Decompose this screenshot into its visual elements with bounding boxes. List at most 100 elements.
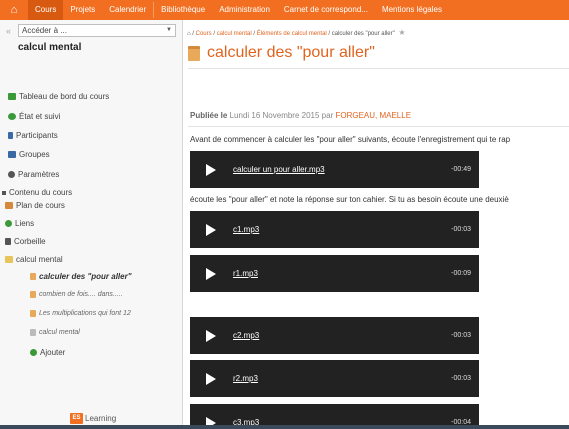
expand-arrow-icon xyxy=(2,190,6,195)
breadcrumb-item[interactable]: Cours xyxy=(196,31,212,37)
author-link[interactable]: FORGEAU, MAELLE xyxy=(335,111,411,120)
nav-item-carnet[interactable]: Carnet de correspond... xyxy=(277,0,375,20)
audio-file-link[interactable]: c1.mp3 xyxy=(233,225,451,234)
play-icon[interactable] xyxy=(206,267,216,280)
audio-player[interactable]: c1.mp3 -00:03 xyxy=(190,211,479,248)
sidebar-item-links[interactable]: Liens xyxy=(5,219,34,228)
taskbar-strip xyxy=(0,425,569,429)
chevron-down-icon: ▼ xyxy=(166,27,172,33)
page-header: calculer des "pour aller" xyxy=(188,44,375,62)
sidebar-item-content[interactable]: Contenu du cours xyxy=(2,188,72,197)
published-info: Publiée le Lundi 16 Novembre 2015 par FO… xyxy=(190,111,411,120)
nav-item-mentions[interactable]: Mentions légales xyxy=(375,0,449,20)
add-icon xyxy=(30,349,37,356)
sidebar-subitem-current[interactable]: calculer des "pour aller" xyxy=(30,272,132,281)
sidebar-subitem-label: calculer des "pour aller" xyxy=(39,272,132,281)
divider xyxy=(188,126,569,127)
audio-file-link[interactable]: calculer un pour aller.mp3 xyxy=(233,165,451,174)
audio-duration: -00:03 xyxy=(451,332,471,339)
main-content: ⌂ / Cours / calcul mental / Éléments de … xyxy=(184,20,569,429)
page-icon xyxy=(30,310,36,317)
breadcrumb-current: calculer des "pour aller" xyxy=(331,31,395,37)
learning-label: Learning xyxy=(85,414,117,423)
add-item-button[interactable]: Ajouter xyxy=(30,348,65,357)
play-icon[interactable] xyxy=(206,372,216,385)
sidebar-subitem-label: combien de fois.... dans..... xyxy=(39,291,123,298)
nav-item-bibliotheque[interactable]: Bibliothèque xyxy=(154,0,212,20)
breadcrumb-item[interactable]: Éléments de calcul mental xyxy=(257,31,327,37)
sidebar-item-label: Groupes xyxy=(19,150,50,159)
audio-duration: -00:03 xyxy=(451,226,471,233)
nav-item-administration[interactable]: Administration xyxy=(212,0,277,20)
sidebar-subitem[interactable]: Les multiplications qui font 12 xyxy=(30,310,131,317)
nav-item-calendrier[interactable]: Calendrier xyxy=(102,0,153,20)
audio-file-link[interactable]: r2.mp3 xyxy=(233,374,451,383)
progress-icon xyxy=(8,113,16,120)
participants-icon xyxy=(8,132,13,139)
nav-item-cours[interactable]: Cours xyxy=(28,0,64,20)
learning-logo: ES xyxy=(70,413,83,424)
sidebar-item-label: Contenu du cours xyxy=(9,188,73,197)
sidebar-item-folder[interactable]: calcul mental xyxy=(5,255,63,264)
play-icon[interactable] xyxy=(206,163,216,176)
audio-duration: -00:09 xyxy=(451,270,471,277)
sidebar-item-label: État et suivi xyxy=(19,112,61,121)
home-icon[interactable]: ⌂ xyxy=(0,0,28,20)
audio-player[interactable]: r1.mp3 -00:09 xyxy=(190,255,479,292)
breadcrumb-item[interactable]: calcul mental xyxy=(217,31,252,37)
sidebar-item-dashboard[interactable]: Tableau de bord du cours xyxy=(8,92,109,101)
groups-icon xyxy=(8,151,16,158)
audio-duration: -00:49 xyxy=(451,166,471,173)
add-item-label: Ajouter xyxy=(40,348,66,357)
published-prefix: Publiée le xyxy=(190,111,228,120)
play-icon[interactable] xyxy=(206,329,216,342)
sidebar-item-label: Paramètres xyxy=(18,170,60,179)
audio-duration: -00:03 xyxy=(451,375,471,382)
sidebar-subitem[interactable]: combien de fois.... dans..... xyxy=(30,291,123,298)
published-by: par xyxy=(321,111,334,120)
sidebar-item-label: Corbeille xyxy=(14,237,46,246)
page-icon xyxy=(30,329,36,336)
folder-icon xyxy=(5,256,13,263)
audio-player[interactable]: calculer un pour aller.mp3 -00:49 xyxy=(190,151,479,188)
nav-item-projets[interactable]: Projets xyxy=(63,0,102,20)
course-title: calcul mental xyxy=(18,42,82,53)
sidebar-subitem-label: Les multiplications qui font 12 xyxy=(39,310,131,317)
syllabus-icon xyxy=(5,202,13,209)
sidebar-item-trash[interactable]: Corbeille xyxy=(5,237,46,246)
sidebar-item-label: Plan de cours xyxy=(16,201,65,210)
sidebar-item-progress[interactable]: État et suivi xyxy=(8,112,60,121)
links-icon xyxy=(5,220,12,227)
top-nav-bar: ⌂ Cours Projets Calendrier Bibliothèque … xyxy=(0,0,569,20)
sidebar-subitem[interactable]: calcul mental xyxy=(30,329,80,336)
sidebar-item-settings[interactable]: Paramètres xyxy=(8,170,59,179)
audio-file-link[interactable]: r1.mp3 xyxy=(233,269,451,278)
instruction-paragraph: écoute les "pour aller" et note la répon… xyxy=(190,195,509,204)
divider xyxy=(188,68,569,69)
page-icon xyxy=(188,45,200,61)
sidebar-item-label: Participants xyxy=(16,131,58,140)
learning-badge: ES Learning xyxy=(70,413,116,424)
sidebar: « Accéder à ... ▼ calcul mental Tableau … xyxy=(0,20,183,429)
play-icon[interactable] xyxy=(206,223,216,236)
audio-file-link[interactable]: c2.mp3 xyxy=(233,331,451,340)
sidebar-item-label: Tableau de bord du cours xyxy=(19,92,110,101)
audio-player[interactable]: c2.mp3 -00:03 xyxy=(190,317,479,354)
goto-select[interactable]: Accéder à ... ▼ xyxy=(18,24,176,37)
page-icon xyxy=(30,291,36,298)
sidebar-item-participants[interactable]: Participants xyxy=(8,131,58,140)
sidebar-item-label: calcul mental xyxy=(16,255,63,264)
collapse-sidebar-icon[interactable]: « xyxy=(6,26,11,36)
audio-player[interactable]: r2.mp3 -00:03 xyxy=(190,360,479,397)
sidebar-subitem-label: calcul mental xyxy=(39,329,80,336)
settings-icon xyxy=(8,171,15,178)
star-icon[interactable]: ★ xyxy=(398,28,405,37)
goto-select-label: Accéder à ... xyxy=(22,26,67,35)
sidebar-item-groups[interactable]: Groupes xyxy=(8,150,50,159)
breadcrumb: ⌂ / Cours / calcul mental / Éléments de … xyxy=(187,28,406,37)
sidebar-item-label: Liens xyxy=(15,219,35,228)
page-title: calculer des "pour aller" xyxy=(207,44,375,61)
published-date: Lundi 16 Novembre 2015 xyxy=(229,111,320,120)
home-icon[interactable]: ⌂ xyxy=(187,31,191,37)
sidebar-item-syllabus[interactable]: Plan de cours xyxy=(5,201,65,210)
